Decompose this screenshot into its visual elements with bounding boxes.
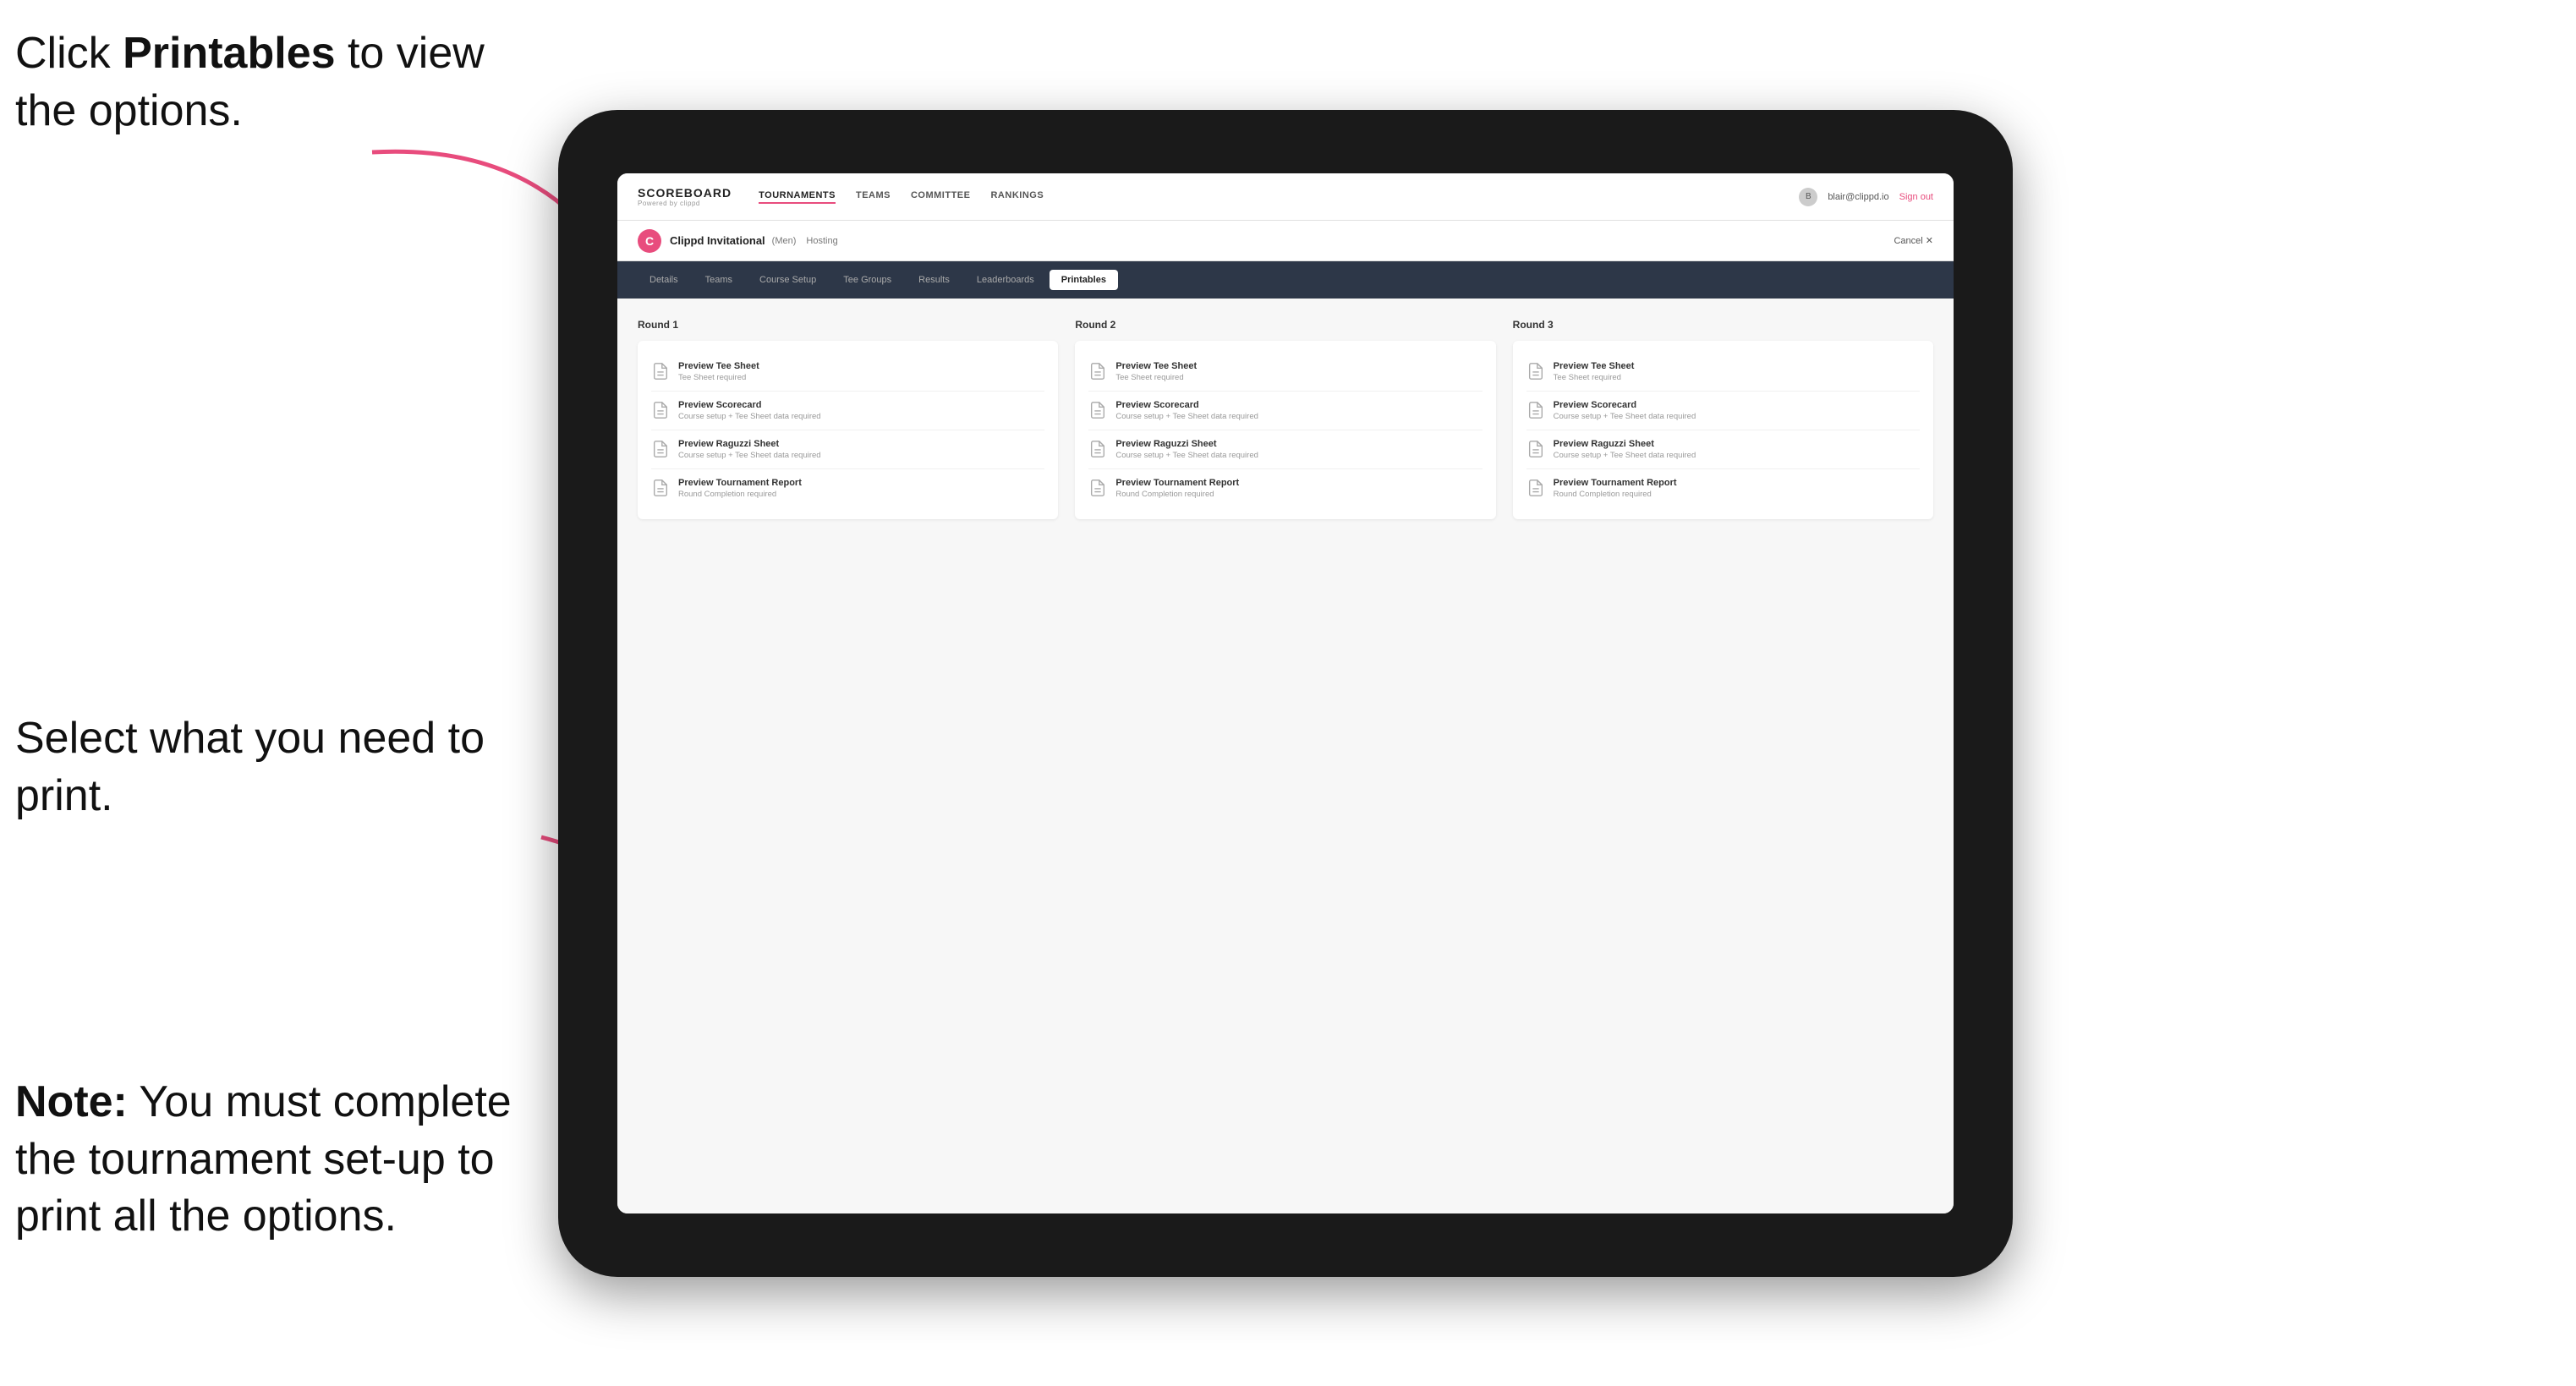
top-nav-links: TOURNAMENTS TEAMS COMMITTEE RANKINGS — [759, 190, 1799, 204]
round-2-column: Round 2 Preview Tee Sheet Tee Sheet requ… — [1075, 319, 1495, 519]
round-3-tee-sheet-info: Preview Tee Sheet Tee Sheet required — [1554, 361, 1920, 382]
round-2-title: Round 2 — [1075, 319, 1495, 331]
sub-nav: Details Teams Course Setup Tee Groups Re… — [617, 261, 1954, 299]
round-1-tournament-report[interactable]: Preview Tournament Report Round Completi… — [651, 469, 1044, 507]
logo-sub: Powered by clippd — [638, 200, 732, 207]
tablet-frame: SCOREBOARD Powered by clippd TOURNAMENTS… — [558, 110, 2013, 1277]
round-2-tournament-report[interactable]: Preview Tournament Report Round Completi… — [1088, 469, 1482, 507]
round-1-raguzzi[interactable]: Preview Raguzzi Sheet Course setup + Tee… — [651, 430, 1044, 469]
annotation-bottom: Note: You must complete the tournament s… — [15, 1074, 540, 1246]
sign-out-link[interactable]: Sign out — [1899, 192, 1933, 202]
round-2-tee-sheet[interactable]: Preview Tee Sheet Tee Sheet required — [1088, 353, 1482, 392]
round-1-raguzzi-info: Preview Raguzzi Sheet Course setup + Tee… — [678, 439, 1044, 460]
document-icon — [651, 479, 670, 497]
round-2-card: Preview Tee Sheet Tee Sheet required Pre… — [1075, 341, 1495, 519]
document-icon — [1526, 362, 1545, 381]
tab-printables[interactable]: Printables — [1050, 270, 1118, 290]
top-nav: SCOREBOARD Powered by clippd TOURNAMENTS… — [617, 173, 1954, 221]
nav-rankings[interactable]: RANKINGS — [990, 190, 1044, 204]
tab-course-setup[interactable]: Course Setup — [748, 270, 828, 290]
round-2-report-info: Preview Tournament Report Round Completi… — [1115, 478, 1482, 499]
round-2-scorecard-info: Preview Scorecard Course setup + Tee She… — [1115, 400, 1482, 421]
round-3-scorecard-info: Preview Scorecard Course setup + Tee She… — [1554, 400, 1920, 421]
tab-tee-groups[interactable]: Tee Groups — [831, 270, 903, 290]
round-1-scorecard[interactable]: Preview Scorecard Course setup + Tee She… — [651, 392, 1044, 430]
document-icon — [1526, 440, 1545, 458]
rounds-grid: Round 1 Preview Tee Sheet Tee Sheet requ… — [638, 319, 1933, 519]
tournament-header: C Clippd Invitational (Men) Hosting Canc… — [617, 221, 1954, 261]
tournament-name: Clippd Invitational — [670, 234, 765, 247]
round-3-card: Preview Tee Sheet Tee Sheet required Pre… — [1513, 341, 1933, 519]
document-icon — [651, 401, 670, 419]
round-3-tournament-report[interactable]: Preview Tournament Report Round Completi… — [1526, 469, 1920, 507]
round-3-column: Round 3 Preview Tee Sheet Tee Sheet requ… — [1513, 319, 1933, 519]
document-icon — [1088, 479, 1107, 497]
annotation-top: Click Printables to view the options. — [15, 25, 523, 140]
logo-title: SCOREBOARD — [638, 186, 732, 200]
document-icon — [1526, 401, 1545, 419]
user-email: blair@clippd.io — [1828, 192, 1888, 202]
round-1-report-info: Preview Tournament Report Round Completi… — [678, 478, 1044, 499]
tablet-screen: SCOREBOARD Powered by clippd TOURNAMENTS… — [617, 173, 1954, 1213]
round-3-tee-sheet[interactable]: Preview Tee Sheet Tee Sheet required — [1526, 353, 1920, 392]
round-1-card: Preview Tee Sheet Tee Sheet required Pre… — [638, 341, 1058, 519]
round-2-tee-sheet-info: Preview Tee Sheet Tee Sheet required — [1115, 361, 1482, 382]
tab-details[interactable]: Details — [638, 270, 690, 290]
document-icon — [1088, 440, 1107, 458]
round-1-column: Round 1 Preview Tee Sheet Tee Sheet requ… — [638, 319, 1058, 519]
document-icon — [1088, 362, 1107, 381]
round-3-raguzzi-info: Preview Raguzzi Sheet Course setup + Tee… — [1554, 439, 1920, 460]
tournament-tag: (Men) — [772, 236, 797, 246]
user-avatar: B — [1799, 188, 1817, 206]
round-1-tee-sheet-info: Preview Tee Sheet Tee Sheet required — [678, 361, 1044, 382]
document-icon — [1088, 401, 1107, 419]
scoreboard-logo: SCOREBOARD Powered by clippd — [638, 186, 732, 207]
round-1-tee-sheet[interactable]: Preview Tee Sheet Tee Sheet required — [651, 353, 1044, 392]
nav-committee[interactable]: COMMITTEE — [911, 190, 971, 204]
annotation-middle: Select what you need to print. — [15, 710, 506, 824]
round-1-title: Round 1 — [638, 319, 1058, 331]
cancel-button[interactable]: Cancel ✕ — [1894, 235, 1933, 246]
document-icon — [1526, 479, 1545, 497]
tab-teams[interactable]: Teams — [693, 270, 744, 290]
round-3-title: Round 3 — [1513, 319, 1933, 331]
round-2-scorecard[interactable]: Preview Scorecard Course setup + Tee She… — [1088, 392, 1482, 430]
round-2-raguzzi[interactable]: Preview Raguzzi Sheet Course setup + Tee… — [1088, 430, 1482, 469]
round-1-scorecard-info: Preview Scorecard Course setup + Tee She… — [678, 400, 1044, 421]
round-2-raguzzi-info: Preview Raguzzi Sheet Course setup + Tee… — [1115, 439, 1482, 460]
main-content: Round 1 Preview Tee Sheet Tee Sheet requ… — [617, 299, 1954, 1213]
round-3-report-info: Preview Tournament Report Round Completi… — [1554, 478, 1920, 499]
document-icon — [651, 440, 670, 458]
top-nav-right: B blair@clippd.io Sign out — [1799, 188, 1933, 206]
tab-leaderboards[interactable]: Leaderboards — [965, 270, 1046, 290]
nav-tournaments[interactable]: TOURNAMENTS — [759, 190, 836, 204]
tab-results[interactable]: Results — [907, 270, 962, 290]
tournament-logo-icon: C — [638, 229, 661, 253]
nav-teams[interactable]: TEAMS — [856, 190, 891, 204]
round-3-scorecard[interactable]: Preview Scorecard Course setup + Tee She… — [1526, 392, 1920, 430]
tournament-hosting: Hosting — [806, 236, 837, 246]
document-icon — [651, 362, 670, 381]
round-3-raguzzi[interactable]: Preview Raguzzi Sheet Course setup + Tee… — [1526, 430, 1920, 469]
